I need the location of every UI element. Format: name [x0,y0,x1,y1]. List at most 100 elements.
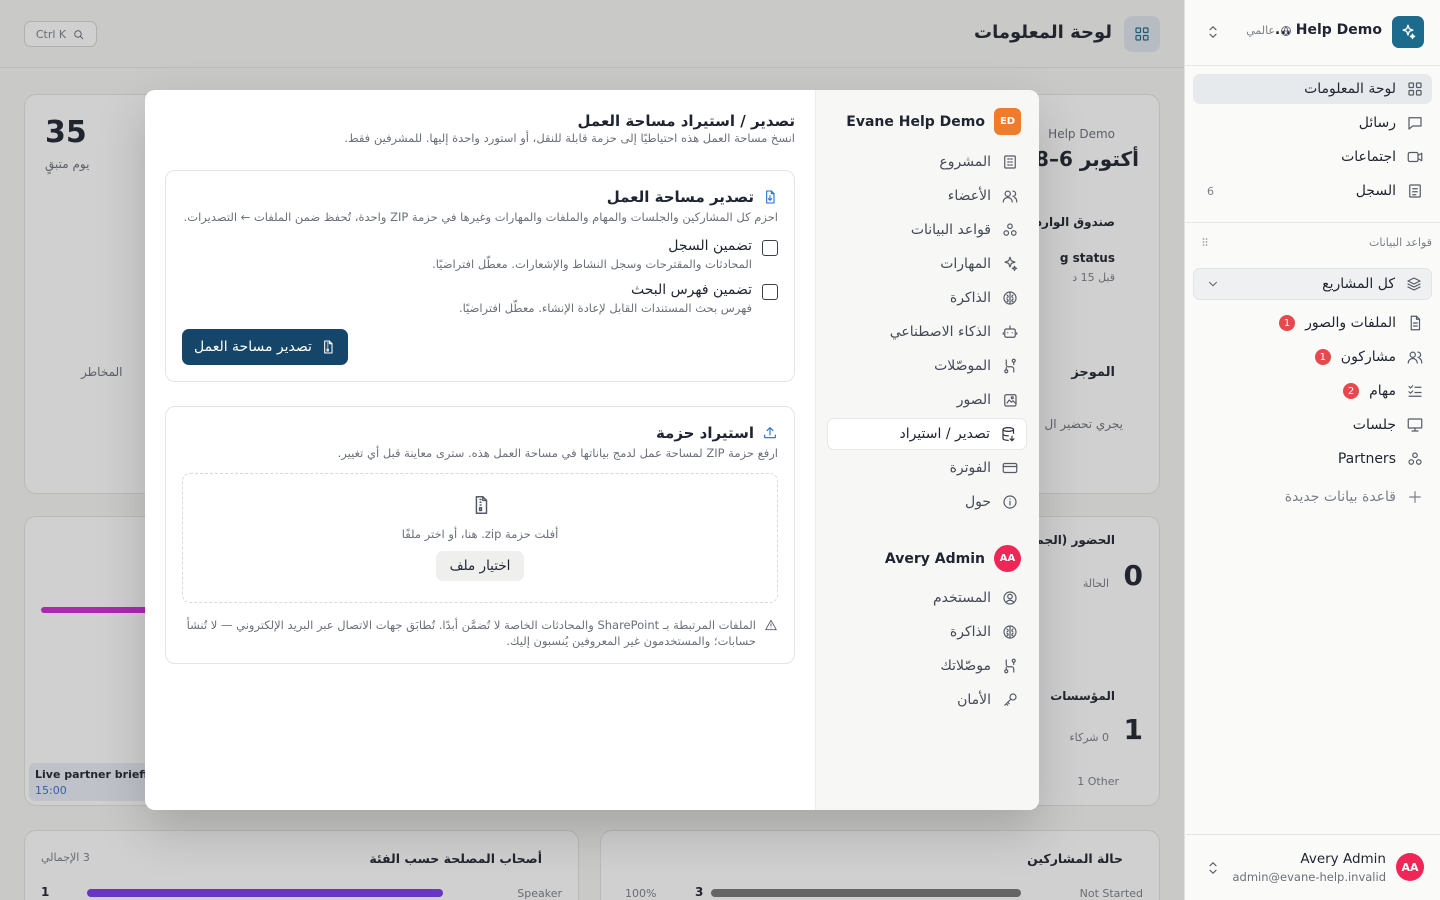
project-select[interactable]: كل المشاريع [1193,268,1432,300]
scope-label: عالمي [1246,24,1275,37]
unread-badge: 1 [1279,315,1296,331]
image-icon [1004,394,1017,407]
option-include-log[interactable]: تضمين السجل المحادثات والمقترحات وسجل ال… [432,238,778,271]
settings-nav-label: المشروع [939,154,991,170]
workspace-chip: ED [994,108,1021,135]
sidebar-item-label: مهام [1369,383,1396,399]
plus-icon [1409,491,1421,503]
sidebar-item-log[interactable]: السجل 6 [1193,176,1432,206]
settings-nav-memory[interactable]: الذاكرة [827,282,1027,314]
export-description: احزم كل المشاركين والجلسات والمهام والمل… [183,210,778,224]
settings-nav-skills[interactable]: المهارات [827,248,1027,280]
databases-section-label: قواعد البيانات [1369,236,1432,249]
connector-icon [1004,658,1016,674]
video-icon [1407,151,1423,163]
robot-icon [1002,325,1018,338]
sidebar-db-partners[interactable]: Partners [1193,444,1432,474]
cluster-icon [1408,452,1422,465]
sidebar-item-label: رسائل [1358,115,1396,131]
sidebar-item-label: لوحة المعلومات [1304,81,1396,97]
sidebar-db-sessions[interactable]: جلسات [1193,410,1432,440]
avatar: AA [1396,853,1424,881]
file-zip-icon [324,340,333,354]
panel-subtitle: انسخ مساحة العمل هذه احتياطيًا إلى حزمة … [344,131,795,145]
settings-nav-label: الموصّلات [934,358,991,374]
settings-workspace-title: Evane Help Demo [846,113,985,130]
chevron-updown-icon [1209,862,1217,874]
export-import-panel: تصدير / استيراد مساحة العمل انسخ مساحة ا… [165,90,795,810]
file-export-icon [766,190,775,204]
settings-nav-label: الأعضاء [947,188,991,204]
settings-nav-about[interactable]: حول [827,486,1027,518]
settings-nav: ED Evane Help Demo المشروع الأعضاء قواعد… [815,90,1039,810]
settings-nav-label: الذاكرة [949,290,991,306]
settings-nav-label: المستخدم [932,590,991,606]
sidebar-item-meetings[interactable]: اجتماعات [1193,142,1432,172]
settings-nav-export-import[interactable]: تصدير / استيراد [827,418,1027,450]
app-sidebar: Help Demo ... عالمي لوحة المعلومات رسائل… [1184,0,1440,900]
settings-nav-ai[interactable]: الذكاء الاصطناعي [827,316,1027,348]
sidebar-item-dashboard[interactable]: لوحة المعلومات [1193,74,1432,104]
settings-nav-label: الذكاء الاصطناعي [889,324,991,340]
include-log-desc: المحادثات والمقترحات وسجل النشاط والإشعا… [432,257,752,271]
export-card: تصدير مساحة العمل احزم كل المشاركين والج… [165,170,795,382]
include-log-checkbox[interactable] [762,240,778,256]
workspace-switcher[interactable]: Help Demo ... عالمي [1184,0,1440,66]
screen-icon [1407,418,1423,432]
user-menu[interactable]: AA Avery Admin admin@evane-help.invalid [1184,834,1440,900]
include-log-label: تضمين السجل [668,238,752,254]
sidebar-item-label: السجل [1355,183,1396,199]
drag-handle-icon[interactable] [1199,236,1211,248]
new-database-button[interactable]: قاعدة بيانات جديدة [1193,482,1432,512]
unread-badge: 1 [1314,349,1331,365]
include-search-index-label: تضمين فهرس البحث [630,282,752,298]
chevron-down-icon [1209,281,1217,287]
sidebar-db-tasks[interactable]: مهام 2 [1193,376,1432,406]
settings-workspace-header: ED Evane Help Demo [846,108,1021,135]
settings-nav-security[interactable]: الأمان [827,684,1027,716]
file-icon [1410,315,1421,331]
export-workspace-button[interactable]: تصدير مساحة العمل [182,329,348,365]
building-icon [1004,155,1016,169]
import-title-text: استيراد حزمة [655,424,754,442]
workspace-scope: عالمي [1246,24,1292,37]
settings-nav-label: الفوترة [949,460,991,476]
file-zip-icon [475,496,488,514]
include-search-index-checkbox[interactable] [762,284,778,300]
sidebar-item-messages[interactable]: رسائل [1193,108,1432,138]
settings-nav-databases[interactable]: قواعد البيانات [827,214,1027,246]
settings-nav-user-memory[interactable]: الذاكرة [827,616,1027,648]
sparkle-icon [1402,24,1416,40]
export-title-text: تصدير مساحة العمل [606,188,754,206]
settings-nav-project[interactable]: المشروع [827,146,1027,178]
import-note-line2: حسابات؛ والمستخدمون غير المعروفين يُنسبو… [506,634,756,648]
upload-icon [764,427,776,439]
settings-user-header: AA Avery Admin [885,545,1021,572]
settings-nav-label: تصدير / استيراد [899,426,990,442]
settings-nav-user[interactable]: المستخدم [827,582,1027,614]
sidebar-item-label: اجتماعات [1341,149,1396,165]
layers-icon [1407,277,1421,291]
option-include-search-index[interactable]: تضمين فهرس البحث فهرس بحث المستندات القا… [459,282,778,315]
zip-dropzone[interactable]: أفلت حزمة zip. هنا، أو اختر ملفًا اختيار… [182,473,778,603]
settings-nav-label: حول [964,494,991,510]
settings-nav-label: الذاكرة [949,624,991,640]
panel-title: تصدير / استيراد مساحة العمل [577,112,796,130]
workspace-logo [1392,16,1424,48]
settings-nav-connectors[interactable]: الموصّلات [827,350,1027,382]
settings-nav-billing[interactable]: الفوترة [827,452,1027,484]
sidebar-db-files[interactable]: الملفات والصور 1 [1193,308,1432,338]
users-icon [1002,190,1018,203]
unread-badge: 2 [1343,383,1360,399]
sidebar-item-label: الملفات والصور [1305,315,1396,331]
sidebar-db-participants[interactable]: مشاركون 1 [1193,342,1432,372]
choose-file-button[interactable]: اختيار ملف [436,551,524,581]
settings-nav-images[interactable]: الصور [827,384,1027,416]
settings-nav-user-connectors[interactable]: موصّلاتك [827,650,1027,682]
import-note: الملفات المرتبطة بـ SharePoint والمحادثا… [182,617,778,649]
dashboard-icon [1408,82,1422,96]
settings-nav-label: المهارات [940,256,991,272]
settings-nav-label: الصور [956,392,991,408]
connector-icon [1004,358,1016,374]
settings-nav-members[interactable]: الأعضاء [827,180,1027,212]
